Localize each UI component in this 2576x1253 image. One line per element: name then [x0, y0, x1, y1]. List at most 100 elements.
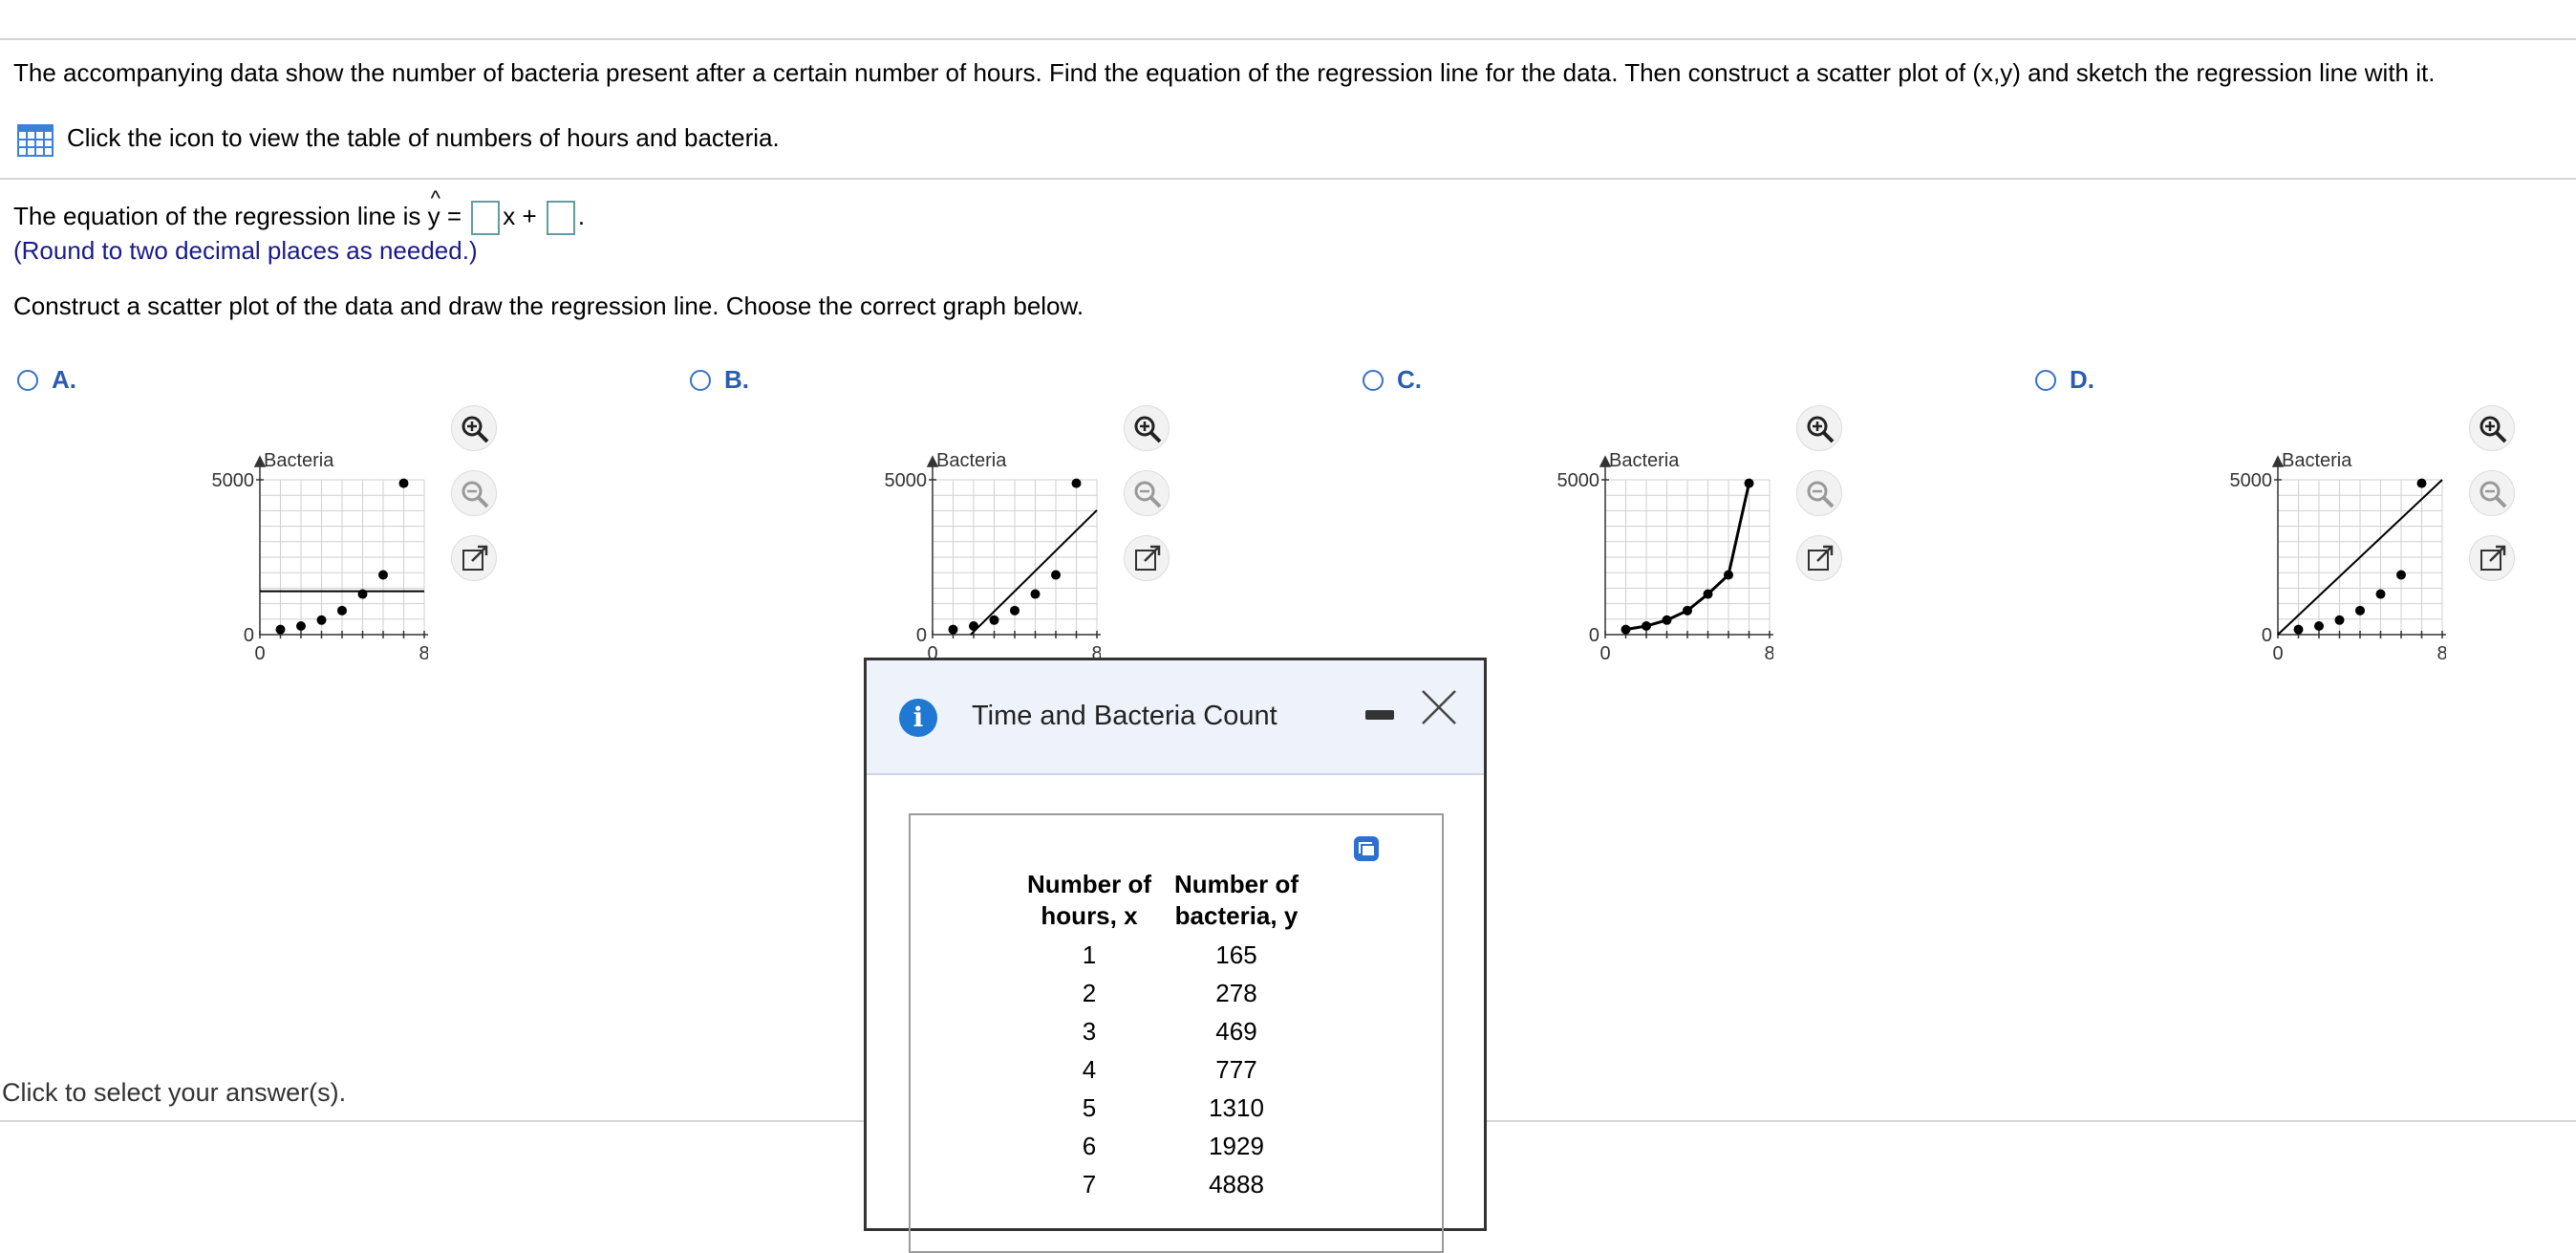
option-b[interactable]: B.Bacteria5000008Hours — [690, 365, 1225, 691]
close-icon[interactable] — [1419, 687, 1459, 727]
option-graph: Bacteria5000008Hours — [2198, 405, 2473, 691]
rounding-hint: (Round to two decimal places as needed.) — [13, 236, 478, 265]
table-grid-icon[interactable] — [17, 124, 54, 162]
radio-option-c[interactable] — [1363, 370, 1384, 391]
external-link-icon[interactable] — [1806, 545, 1835, 573]
option-c[interactable]: C.Bacteria5000008Hours — [1363, 365, 1898, 691]
data-point — [2293, 624, 2304, 635]
zoom-in-button[interactable] — [1796, 405, 1842, 451]
data-point — [989, 615, 999, 625]
zoom-out-icon[interactable] — [1133, 480, 1162, 508]
data-point — [1621, 624, 1631, 635]
zoom-in-icon[interactable] — [1133, 415, 1162, 443]
data-point — [948, 624, 958, 635]
data-point — [1683, 605, 1692, 616]
column-header-hours: Number of hours, x — [1016, 869, 1163, 936]
hours-cell: 1 — [1082, 940, 1097, 969]
zoom-in-button[interactable] — [2469, 405, 2515, 451]
zoom-out-icon[interactable] — [2479, 480, 2507, 508]
data-table-popup[interactable]: i Time and Bacteria Count Number of hours… — [864, 658, 1487, 1253]
data-point — [378, 570, 388, 580]
data-point — [296, 620, 306, 631]
data-point — [2396, 570, 2406, 580]
table-frame: Number of hours, x Number of bacteria, y 1… — [909, 813, 1444, 1253]
zoom-out-button[interactable] — [2469, 470, 2515, 516]
radio-option-b[interactable] — [690, 370, 711, 391]
option-a[interactable]: A.Bacteria5000008Hours — [17, 365, 552, 691]
external-link-icon[interactable] — [461, 545, 489, 573]
copy-to-clipboard-icon[interactable] — [1352, 834, 1381, 868]
scatter-plot: Bacteria5000008Hours — [885, 450, 1127, 691]
table-row: 3 469 — [1016, 1012, 1310, 1050]
open-in-new-window-button[interactable] — [1124, 535, 1170, 581]
option-letter[interactable]: D. — [2070, 365, 2094, 395]
data-point — [357, 589, 368, 599]
zoom-in-button[interactable] — [1124, 405, 1170, 451]
data-point — [1724, 570, 1733, 580]
hours-cell: 7 — [1082, 1169, 1097, 1199]
popup-header[interactable]: i Time and Bacteria Count — [867, 660, 1484, 775]
y-tick-label: 0 — [2262, 625, 2272, 646]
zoom-in-button[interactable] — [451, 405, 497, 451]
bacteria-cell: 278 — [1215, 978, 1257, 1007]
x-tick-label: 0 — [254, 643, 265, 663]
data-point — [1051, 570, 1061, 580]
radio-option-d[interactable] — [2035, 370, 2056, 391]
data-point — [1010, 605, 1020, 616]
popup-title: Time and Bacteria Count — [972, 701, 1277, 731]
col1-line1: Number of — [1027, 870, 1151, 898]
period: . — [577, 202, 586, 230]
open-in-new-window-button[interactable] — [2469, 535, 2515, 581]
option-letter[interactable]: C. — [1397, 365, 1422, 395]
minimize-button[interactable] — [1365, 710, 1394, 720]
zoom-out-icon[interactable] — [461, 480, 489, 508]
zoom-out-button[interactable] — [451, 470, 497, 516]
external-link-icon[interactable] — [2479, 545, 2507, 573]
zoom-in-icon[interactable] — [461, 415, 489, 443]
close-button[interactable] — [1419, 687, 1459, 727]
equals-sign: = — [440, 202, 462, 230]
col2-line1: Number of — [1174, 870, 1299, 898]
hours-cell: 2 — [1082, 978, 1097, 1007]
table-link-text[interactable]: Click the icon to view the table of numb… — [67, 122, 780, 153]
x-plus-text: x + — [503, 202, 537, 230]
table-row: 4 777 — [1016, 1050, 1310, 1089]
option-letter[interactable]: B. — [724, 365, 749, 395]
open-in-new-window-button[interactable] — [1796, 535, 1842, 581]
column-header-bacteria: Number of bacteria, y — [1163, 869, 1310, 936]
y-axis-label: Bacteria — [936, 450, 1007, 471]
y-axis-label: Bacteria — [2282, 450, 2352, 471]
col2-line2: bacteria, y — [1174, 901, 1299, 930]
x-tick-label: 8 — [1764, 643, 1773, 663]
open-in-new-window-button[interactable] — [451, 535, 497, 581]
scatter-plot-prompt: Construct a scatter plot of the data and… — [13, 292, 1084, 320]
bacteria-cell: 165 — [1215, 940, 1257, 969]
hours-cell: 6 — [1082, 1131, 1097, 1160]
table-row: 5 1310 — [1016, 1089, 1310, 1127]
data-point — [2314, 620, 2324, 631]
table-row: 2 278 — [1016, 974, 1310, 1012]
slope-input[interactable] — [471, 201, 501, 236]
option-letter[interactable]: A. — [52, 365, 76, 395]
info-icon: i — [899, 699, 937, 737]
zoom-out-icon[interactable] — [1806, 480, 1835, 508]
y-tick-label: 5000 — [885, 470, 928, 491]
data-point — [398, 478, 409, 488]
regression-equation-prompt: The equation of the regression line is y… — [13, 180, 586, 236]
zoom-in-icon[interactable] — [2479, 415, 2507, 443]
x-tick-label: 8 — [2436, 643, 2446, 663]
problem-statement: The accompanying data show the number of… — [13, 58, 2436, 87]
data-point — [1744, 478, 1754, 488]
section-divider — [0, 178, 2576, 180]
radio-option-a[interactable] — [17, 370, 38, 391]
zoom-out-button[interactable] — [1796, 470, 1842, 516]
zoom-out-button[interactable] — [1124, 470, 1170, 516]
x-tick-label: 0 — [1599, 643, 1610, 663]
external-link-icon[interactable] — [1133, 545, 1162, 573]
table-row: 1 165 — [1016, 936, 1310, 974]
y-tick-label: 0 — [244, 625, 254, 646]
data-point — [1071, 478, 1082, 488]
zoom-in-icon[interactable] — [1806, 415, 1835, 443]
option-d[interactable]: D.Bacteria5000008Hours — [2035, 365, 2570, 691]
intercept-input[interactable] — [546, 201, 575, 236]
